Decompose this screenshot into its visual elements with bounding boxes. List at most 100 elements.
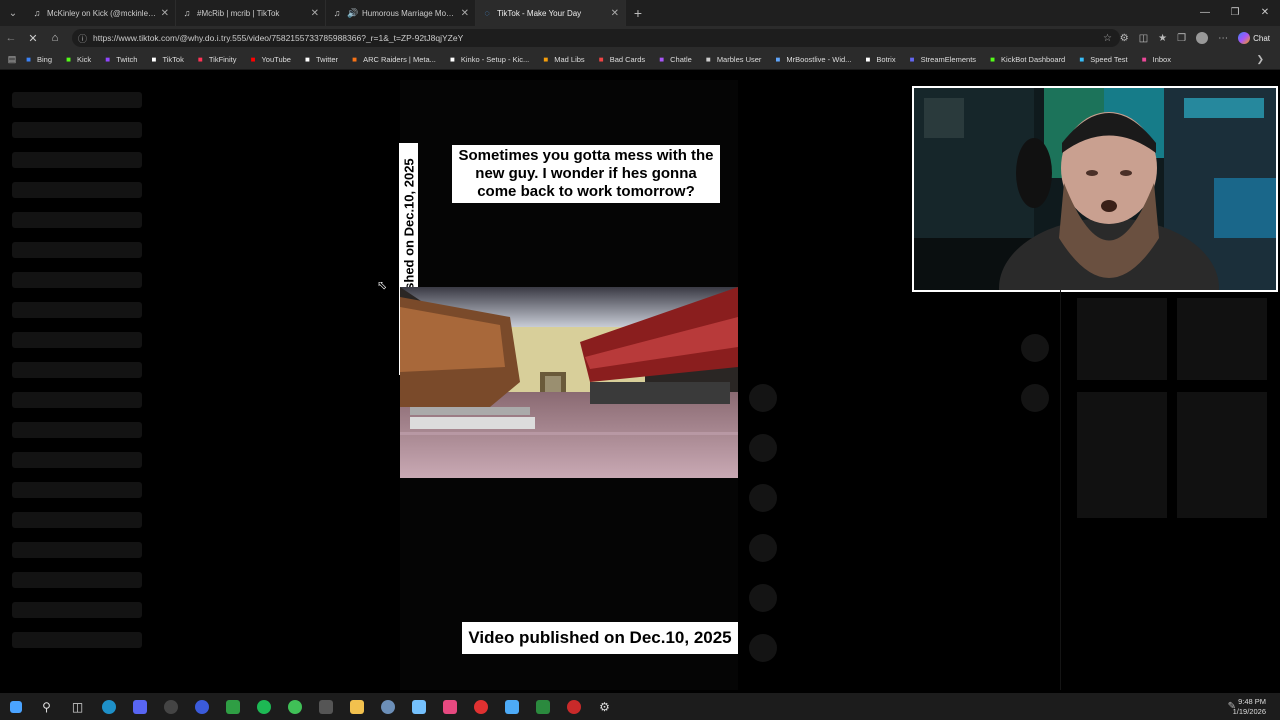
reload-stop-icon[interactable]: ✕ xyxy=(22,32,44,45)
favorite-star-icon[interactable]: ☆ xyxy=(1103,33,1112,44)
app-icon[interactable] xyxy=(310,693,341,720)
bookmark-label: Kinko - Setup - Kic... xyxy=(460,55,530,64)
kickbot-icon: ■ xyxy=(990,55,995,64)
bookmark-label: Speed Test xyxy=(1090,55,1128,64)
file-explorer-icon[interactable] xyxy=(341,693,372,720)
tab-mcrib[interactable]: ♫ #McRib | mcrib | TikTok ✕ xyxy=(176,0,326,26)
streamelements-icon: ■ xyxy=(909,55,915,64)
app-icon[interactable] xyxy=(434,693,465,720)
copilot-chat-button[interactable]: Chat xyxy=(1238,32,1270,44)
bookmark-item[interactable]: ■ TikTok xyxy=(149,55,184,64)
bookmark-item[interactable]: ■ TikFinity xyxy=(196,55,237,64)
bing-icon: ■ xyxy=(26,55,31,64)
spotify-icon[interactable] xyxy=(248,693,279,720)
tab-marriage[interactable]: ♫ 🔊 Humorous Marriage Moments ✕ xyxy=(326,0,476,26)
bookmark-item[interactable]: ■ KickBot Dashboard xyxy=(988,55,1065,64)
loading-skeleton xyxy=(12,392,142,408)
home-icon[interactable]: ⌂ xyxy=(44,32,66,44)
tab-close-icon[interactable]: ✕ xyxy=(311,8,319,19)
bookmark-label: Kick xyxy=(77,55,92,64)
app-icon[interactable] xyxy=(186,693,217,720)
tab-actions-chevron-icon[interactable]: ⌄ xyxy=(0,0,26,26)
video-action-placeholder xyxy=(749,434,777,462)
placeholder-card xyxy=(1177,298,1267,380)
discord-icon[interactable] xyxy=(124,693,155,720)
url-field[interactable]: ⓘ https://www.tiktok.com/@why.do.i.try.5… xyxy=(72,29,1120,47)
tab-close-icon[interactable]: ✕ xyxy=(461,8,469,19)
loading-skeleton xyxy=(12,632,142,648)
side-action-placeholder xyxy=(1021,384,1049,412)
favorites-icon[interactable]: ★ xyxy=(1158,33,1167,44)
bookmark-item[interactable]: ■ ARC Raiders | Meta... xyxy=(350,55,436,64)
bookmark-item[interactable]: ■ YouTube xyxy=(248,55,291,64)
bookmark-item[interactable]: ■ Speed Test xyxy=(1077,55,1127,64)
bookmark-label: KickBot Dashboard xyxy=(1001,55,1066,64)
video-caption: Sometimes you gotta mess with the new gu… xyxy=(452,145,720,203)
new-tab-plus-icon[interactable]: + xyxy=(626,5,650,21)
bookmark-item[interactable]: ■ MrBoostlive - Wid... xyxy=(773,55,851,64)
extensions-icon[interactable]: ⚙ xyxy=(1120,33,1129,44)
tab-close-icon[interactable]: ✕ xyxy=(161,8,169,19)
back-arrow-icon[interactable]: ← xyxy=(0,32,22,44)
obs-icon[interactable] xyxy=(155,693,186,720)
bookmark-label: Marbles User xyxy=(716,55,762,64)
bookmark-item[interactable]: ■ StreamElements xyxy=(908,55,976,64)
app-icon[interactable] xyxy=(403,693,434,720)
inbox-icon: ■ xyxy=(1141,55,1147,64)
restore-icon[interactable]: ❐ xyxy=(1220,0,1250,26)
bookmark-item[interactable]: ■ Chatle xyxy=(657,55,692,64)
app-icon[interactable] xyxy=(496,693,527,720)
bookmark-item[interactable]: ■ Twitter xyxy=(303,55,338,64)
bookmark-item[interactable]: ■ Bad Cards xyxy=(597,55,645,64)
tab-label: TikTok - Make Your Day xyxy=(497,8,582,18)
settings-gear-icon[interactable]: ⚙ xyxy=(589,693,620,720)
collections-icon[interactable]: ❐ xyxy=(1177,33,1186,44)
tab-mckinley[interactable]: ♫ McKinley on Kick (@mckinley.tv) ✕ xyxy=(26,0,176,26)
loading-skeleton xyxy=(12,302,142,318)
speaker-icon[interactable]: 🔊 xyxy=(347,8,358,18)
bookmark-item[interactable]: ■ Kick xyxy=(64,55,91,64)
chatle-icon: ■ xyxy=(659,55,665,64)
windows-start-icon[interactable] xyxy=(0,693,31,720)
video-frame-image xyxy=(400,287,738,478)
close-window-icon[interactable]: ✕ xyxy=(1250,0,1280,26)
tab-tiktok-active[interactable]: ◌ TikTok - Make Your Day ✕ xyxy=(476,0,626,26)
app-icon[interactable] xyxy=(527,693,558,720)
bookmark-item[interactable]: ■ Twitch xyxy=(103,55,137,64)
bookmark-item[interactable]: ■ Bing xyxy=(24,55,52,64)
bookmark-item[interactable]: ■ Kinko - Setup - Kic... xyxy=(448,55,529,64)
app-icon[interactable] xyxy=(279,693,310,720)
tiktok-icon: ♫ xyxy=(33,8,41,18)
more-menu-icon[interactable]: ⋯ xyxy=(1218,33,1228,44)
bookmark-item[interactable]: ■ Marbles User xyxy=(704,55,762,64)
app-icon[interactable] xyxy=(465,693,496,720)
tikfinity-icon: ■ xyxy=(197,55,203,64)
tab-close-icon[interactable]: ✕ xyxy=(611,8,619,19)
url-text: https://www.tiktok.com/@why.do.i.try.555… xyxy=(93,33,464,43)
video-action-placeholder xyxy=(749,634,777,662)
video-action-placeholder xyxy=(749,534,777,562)
edge-icon[interactable] xyxy=(93,693,124,720)
split-screen-icon[interactable]: ◫ xyxy=(1139,33,1148,44)
bookmark-item[interactable]: ■ Mad Libs xyxy=(541,55,584,64)
app-icon[interactable] xyxy=(217,693,248,720)
loading-skeleton xyxy=(12,422,142,438)
site-info-icon[interactable]: ⓘ xyxy=(78,32,87,45)
loading-skeleton xyxy=(12,272,142,288)
bookmarks-menu-icon[interactable]: ▤ xyxy=(0,54,24,65)
bookmark-item[interactable]: ■ Botrix xyxy=(863,55,896,64)
boost-icon: ■ xyxy=(775,55,781,64)
search-icon[interactable]: ⚲ xyxy=(31,693,62,720)
globe-icon: ■ xyxy=(705,55,711,64)
bookmark-item[interactable]: ■ Inbox xyxy=(1140,55,1171,64)
loading-skeleton xyxy=(12,332,142,348)
loading-skeleton xyxy=(12,602,142,618)
bookmark-label: Twitter xyxy=(315,55,339,64)
bookmarks-overflow-chevron-icon[interactable]: ❯ xyxy=(1256,54,1264,65)
taskbar-clock[interactable]: 9:48 PM 1/19/2026 xyxy=(1233,697,1266,717)
profile-avatar[interactable] xyxy=(1196,32,1209,44)
app-icon[interactable] xyxy=(558,693,589,720)
minimize-icon[interactable]: — xyxy=(1190,0,1220,26)
task-view-icon[interactable]: ◫ xyxy=(62,693,93,720)
app-icon[interactable] xyxy=(372,693,403,720)
